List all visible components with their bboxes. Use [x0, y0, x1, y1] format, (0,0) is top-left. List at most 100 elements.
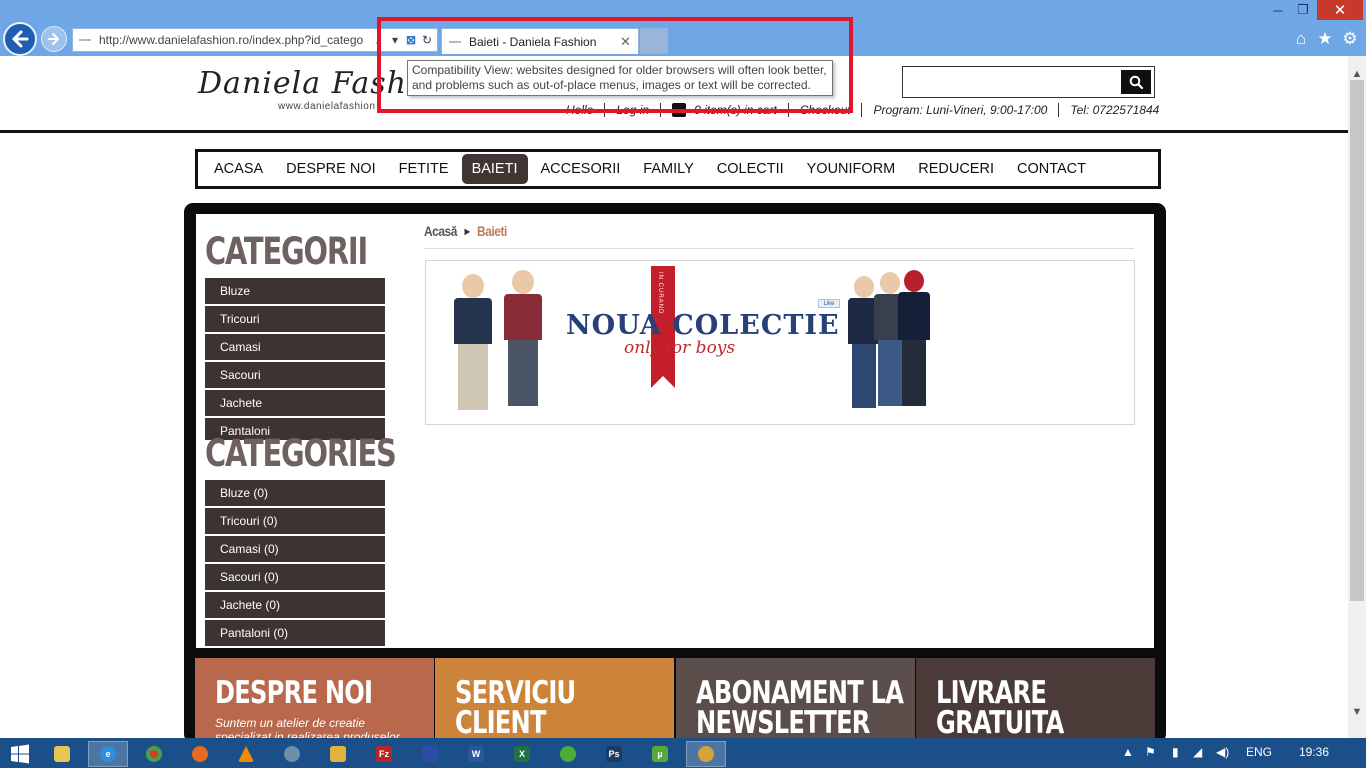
footer-despre-noi[interactable]: DESPRE NOI Suntem un atelier de creatie …: [195, 658, 434, 740]
category-bluze-count[interactable]: Bluze (0): [205, 480, 385, 506]
footer-livrare-line-1: LIVRARE: [936, 675, 1047, 711]
nav-colectii[interactable]: COLECTII: [707, 154, 794, 184]
category-sacouri-count[interactable]: Sacouri (0): [205, 564, 385, 590]
footer-serviciu-client[interactable]: SERVICIU CLIENT: [435, 658, 674, 740]
footer-despre-noi-text: Suntem un atelier de creatie specializat…: [215, 716, 400, 740]
main-nav: ACASA DESPRE NOI FETITE BAIETI ACCESORII…: [195, 149, 1161, 189]
magnifier-icon: [1129, 75, 1143, 89]
breadcrumb-arrow-icon: ▶: [464, 226, 470, 236]
footer-livrare-line-2: GRATUITA: [936, 705, 1064, 740]
banner-image: IN CURAND NOUA COLECTIE only for boys Li…: [440, 266, 930, 416]
action-center-flag-icon[interactable]: ⚑: [1145, 745, 1156, 759]
file-explorer-icon[interactable]: [42, 741, 82, 767]
banner-ribbon-text: IN CURAND: [657, 272, 663, 315]
paint-icon[interactable]: [686, 741, 726, 767]
footer-serviciu-line-2: CLIENT: [455, 705, 547, 740]
nav-baieti[interactable]: BAIETI: [461, 154, 528, 184]
banner-title: NOUA COLECTIE: [566, 310, 840, 341]
category-sacouri[interactable]: Sacouri: [205, 362, 385, 388]
internet-explorer-icon[interactable]: e: [88, 741, 128, 767]
scroll-thumb[interactable]: [1350, 80, 1364, 601]
program-hours: Program: Luni-Vineri, 9:00-17:00: [873, 103, 1048, 117]
nav-reduceri[interactable]: REDUCERI: [908, 154, 1004, 184]
tools-gear-icon[interactable]: ⚙: [1339, 28, 1361, 50]
footer-newsletter-title: ABONAMENT LA NEWSLETTER: [696, 675, 904, 740]
minimize-button[interactable]: ─: [1267, 0, 1289, 20]
facebook-like-button[interactable]: Like: [818, 299, 840, 308]
calculator-icon[interactable]: [272, 741, 312, 767]
vertical-scrollbar[interactable]: ▲ ▼: [1348, 56, 1366, 738]
category-list-ro: Bluze Tricouri Camasi Sacouri Jachete Pa…: [205, 278, 385, 442]
forward-button[interactable]: [41, 26, 67, 52]
footer-livrare-gratuita[interactable]: LIVRARE GRATUITA: [916, 658, 1155, 740]
home-icon[interactable]: ⌂: [1290, 28, 1312, 50]
category-camasi-count[interactable]: Camasi (0): [205, 536, 385, 562]
category-jachete[interactable]: Jachete: [205, 390, 385, 416]
breadcrumb-current: Baieti: [477, 223, 507, 239]
nav-youniform[interactable]: YOUNIFORM: [797, 154, 906, 184]
header-divider: [0, 130, 1348, 133]
breadcrumb-home[interactable]: Acasă: [424, 223, 457, 239]
banner-subtitle: only for boys: [624, 338, 736, 358]
nav-contact[interactable]: CONTACT: [1007, 154, 1096, 184]
scroll-down-icon[interactable]: ▼: [1348, 706, 1366, 718]
network-signal-icon[interactable]: ◢: [1193, 745, 1202, 759]
scroll-up-icon[interactable]: ▲: [1348, 68, 1366, 80]
category-camasi[interactable]: Camasi: [205, 334, 385, 360]
highlight-box: [377, 17, 853, 113]
category-pantaloni-count[interactable]: Pantaloni (0): [205, 620, 385, 646]
clock[interactable]: 19:36: [1299, 745, 1329, 759]
firefox-icon[interactable]: [180, 741, 220, 767]
battery-icon[interactable]: ▮: [1172, 745, 1179, 759]
category-banner[interactable]: IN CURAND NOUA COLECTIE only for boys Li…: [425, 260, 1135, 425]
footer-newsletter-line-2: NEWSLETTER: [696, 705, 870, 740]
footer-serviciu-client-title: SERVICIU CLIENT: [455, 675, 576, 740]
photoshop-icon[interactable]: Ps: [594, 741, 634, 767]
footer-livrare-title: LIVRARE GRATUITA: [936, 675, 1064, 740]
footer-newsletter-line-1: ABONAMENT LA: [696, 675, 904, 711]
language-indicator[interactable]: ENG: [1246, 745, 1272, 759]
footer-despre-noi-title: DESPRE NOI: [215, 675, 373, 711]
arrow-left-icon: [12, 30, 29, 48]
divider: [861, 103, 863, 117]
excel-icon[interactable]: X: [502, 741, 542, 767]
nav-family[interactable]: FAMILY: [633, 154, 704, 184]
site-search-input[interactable]: [902, 66, 1155, 98]
footer-serviciu-line-1: SERVICIU: [455, 675, 576, 711]
phone-number: Tel: 0722571844: [1070, 103, 1160, 117]
site-search-button[interactable]: [1121, 70, 1151, 94]
category-tricouri-count[interactable]: Tricouri (0): [205, 508, 385, 534]
categorii-heading: CATEGORII: [205, 230, 368, 273]
category-bluze[interactable]: Bluze: [205, 278, 385, 304]
category-jachete-count[interactable]: Jachete (0): [205, 592, 385, 618]
pencil-tool-icon[interactable]: [318, 741, 358, 767]
nav-fetite[interactable]: FETITE: [389, 154, 459, 184]
close-window-button[interactable]: ✕: [1317, 0, 1363, 20]
arrow-right-icon: [48, 33, 59, 45]
categories-heading: CATEGORIES: [205, 432, 397, 475]
site-logo-url: www.danielafashion: [278, 101, 376, 112]
windows-start-icon[interactable]: [0, 741, 40, 767]
filezilla-icon[interactable]: Fz: [364, 741, 404, 767]
back-button[interactable]: [3, 22, 37, 56]
nav-despre-noi[interactable]: DESPRE NOI: [276, 154, 385, 184]
address-url[interactable]: http://www.danielafashion.ro/index.php?i…: [99, 33, 371, 47]
nav-accesorii[interactable]: ACCESORII: [531, 154, 631, 184]
green-app-icon[interactable]: [548, 741, 588, 767]
footer-despre-noi-line-1: Suntem un atelier de creatie: [215, 716, 366, 730]
chrome-icon[interactable]: [134, 741, 174, 767]
breadcrumb-divider: [424, 248, 1134, 249]
volume-icon[interactable]: ◀): [1216, 745, 1229, 759]
footer-newsletter[interactable]: ABONAMENT LA NEWSLETTER: [676, 658, 915, 740]
category-tricouri[interactable]: Tricouri: [205, 306, 385, 332]
nav-acasa[interactable]: ACASA: [204, 154, 273, 184]
utorrent-icon[interactable]: µ: [640, 741, 680, 767]
vlc-icon[interactable]: [226, 741, 266, 767]
word-icon[interactable]: W: [456, 741, 496, 767]
category-list-en: Bluze (0) Tricouri (0) Camasi (0) Sacour…: [205, 480, 385, 648]
site-favicon: [79, 39, 91, 41]
favorites-icon[interactable]: ★: [1314, 28, 1336, 50]
save-tool-icon[interactable]: [410, 741, 450, 767]
tray-expand-icon[interactable]: ▲: [1122, 745, 1134, 759]
restore-button[interactable]: ❐: [1292, 0, 1314, 20]
